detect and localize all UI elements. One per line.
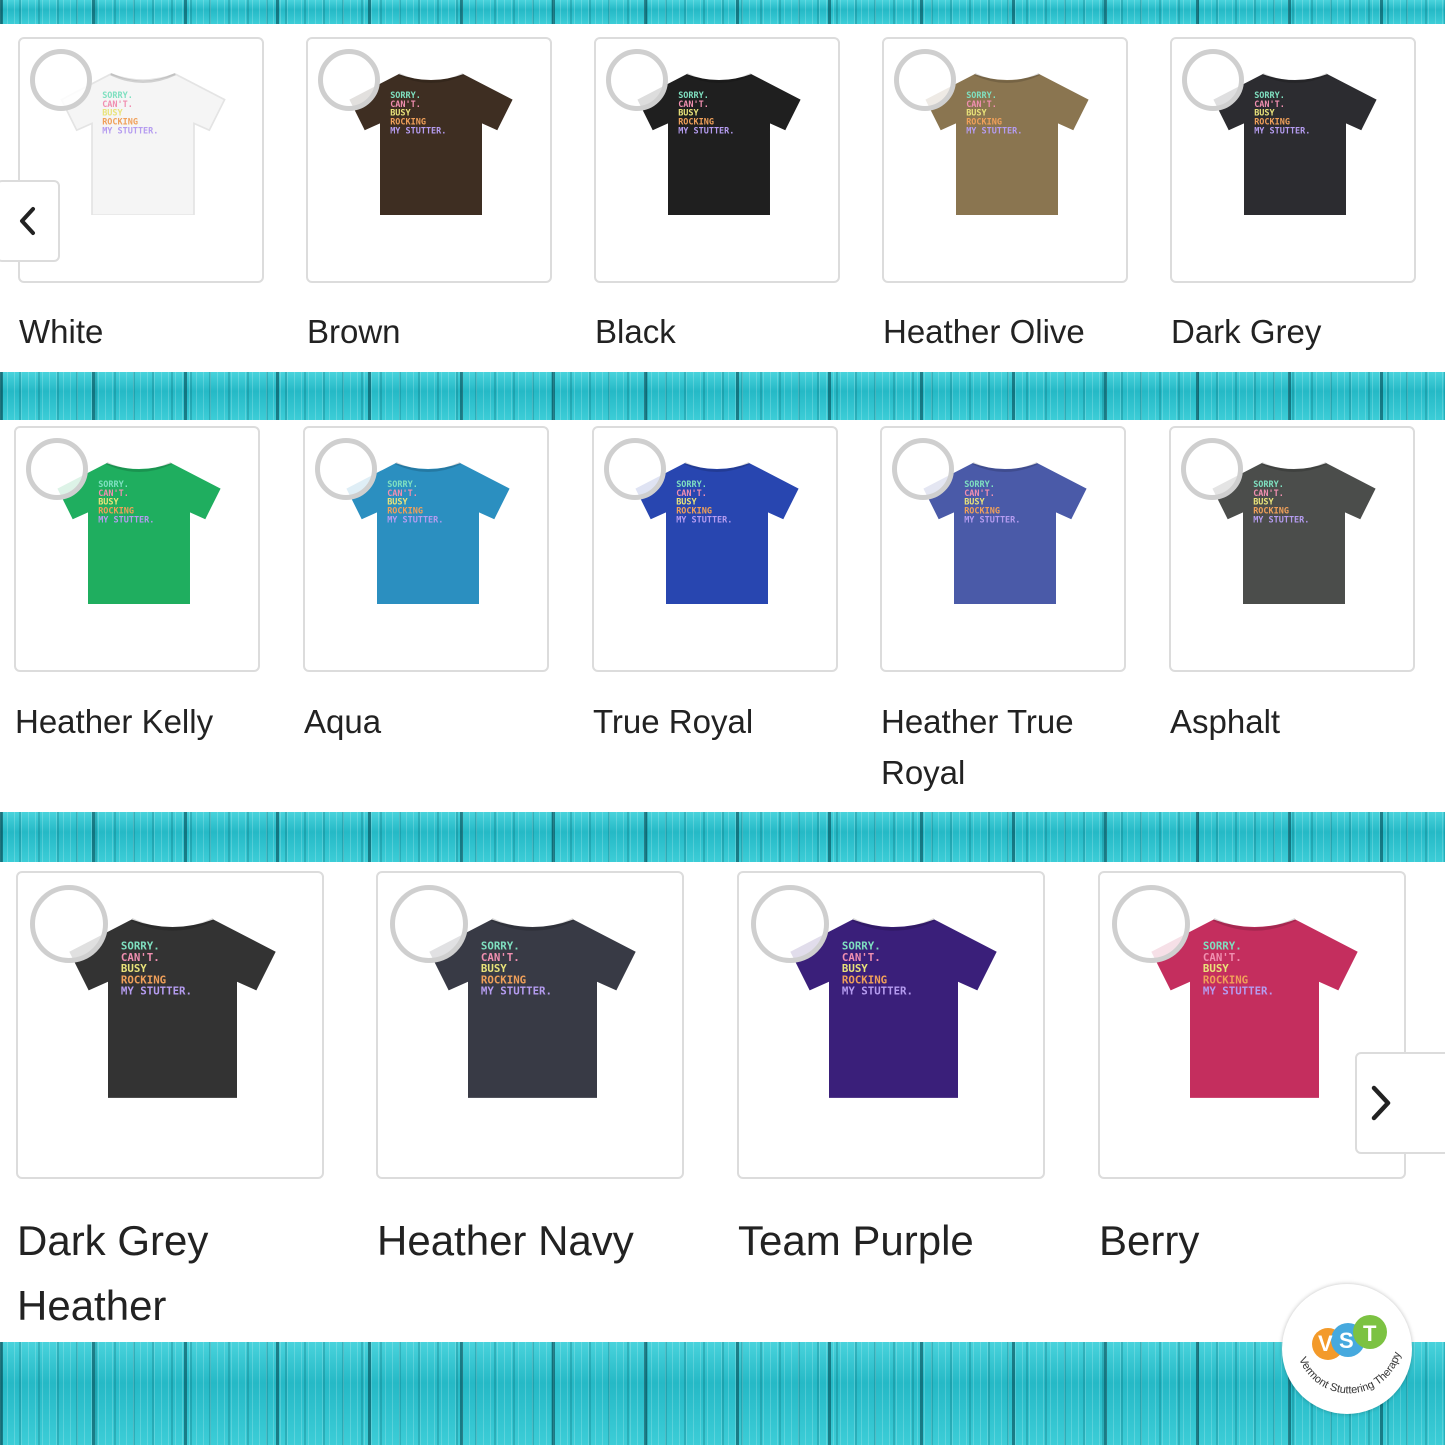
print-line: MY STUTTER. [387,516,443,526]
wood-background-middle-2 [0,812,1445,862]
color-swatch-card[interactable]: SORRY. CAN'T. BUSY ROCKING MY STUTTER. [594,37,840,283]
select-radio[interactable] [26,438,88,500]
print-line: MY STUTTER. [841,985,912,998]
wood-background-middle-1 [0,372,1445,420]
select-radio[interactable] [751,885,829,963]
color-swatch-card[interactable]: SORRY. CAN'T. BUSY ROCKING MY STUTTER. [16,871,324,1179]
color-swatch-card[interactable]: SORRY. CAN'T. BUSY ROCKING MY STUTTER. [1170,37,1416,283]
logo-letter-s: S [1339,1328,1354,1353]
color-name-label: Berry [1099,1217,1200,1264]
color-swatch-card[interactable]: SORRY. CAN'T. BUSY ROCKING MY STUTTER. [880,426,1126,672]
select-radio[interactable] [318,49,380,111]
color-name-label: Dark Grey Heather [17,1217,209,1330]
print-line: MY STUTTER. [390,127,446,137]
color-name-label: Asphalt [1170,703,1281,740]
color-swatch-card[interactable]: SORRY. CAN'T. BUSY ROCKING MY STUTTER. [1169,426,1415,672]
print-line: MY STUTTER. [1254,127,1310,137]
print-line: MY STUTTER. [964,516,1020,526]
select-radio[interactable] [30,49,92,111]
logo-caption: Vermont Stuttering Therapy [1296,1350,1403,1396]
logo-letter-t: T [1363,1321,1377,1346]
print-line: MY STUTTER. [1202,985,1273,998]
print-line: MY STUTTER. [98,516,154,526]
print-line: MY STUTTER. [102,127,158,137]
color-swatch-card[interactable]: SORRY. CAN'T. BUSY ROCKING MY STUTTER. [882,37,1128,283]
color-name-label: Heather Olive [883,313,1085,350]
color-swatch-card[interactable]: SORRY. CAN'T. BUSY ROCKING MY STUTTER. [376,871,684,1179]
wood-background-top [0,0,1445,24]
logo-letter-v: V [1318,1331,1333,1356]
color-name-label: True Royal [593,703,754,740]
print-line: MY STUTTER. [1253,516,1309,526]
color-name-label: Aqua [304,703,382,740]
print-line: MY STUTTER. [678,127,734,137]
color-name-label: Heather True Royal [881,703,1074,792]
select-radio[interactable] [1181,438,1243,500]
select-radio[interactable] [1112,885,1190,963]
select-radio[interactable] [30,885,108,963]
chevron-left-icon [20,207,35,235]
color-name-label: White [19,313,104,350]
chevron-right-icon [1371,1085,1391,1121]
print-line: MY STUTTER. [120,985,191,998]
vst-logo: V S T Vermont Stuttering Therapy [1282,1284,1412,1414]
color-swatch-card[interactable]: SORRY. CAN'T. BUSY ROCKING MY STUTTER. [306,37,552,283]
color-swatch-card[interactable]: SORRY. CAN'T. BUSY ROCKING MY STUTTER. [14,426,260,672]
color-name-label: Team Purple [738,1217,974,1264]
color-swatch-card[interactable]: SORRY. CAN'T. BUSY ROCKING MY STUTTER. [592,426,838,672]
color-swatch-card[interactable]: SORRY. CAN'T. BUSY ROCKING MY STUTTER. [737,871,1045,1179]
color-name-label: Heather Kelly [15,703,214,740]
select-radio[interactable] [894,49,956,111]
print-line: MY STUTTER. [966,127,1022,137]
next-button[interactable] [1355,1052,1445,1154]
color-swatch-card[interactable]: SORRY. CAN'T. BUSY ROCKING MY STUTTER. [303,426,549,672]
print-line: MY STUTTER. [480,985,551,998]
color-name-label: Black [595,313,676,350]
color-name-label: Heather Navy [377,1217,634,1264]
color-name-label: Brown [307,313,401,350]
select-radio[interactable] [390,885,468,963]
select-radio[interactable] [892,438,954,500]
select-radio[interactable] [1182,49,1244,111]
select-radio[interactable] [606,49,668,111]
select-radio[interactable] [604,438,666,500]
prev-button[interactable] [0,180,60,262]
select-radio[interactable] [315,438,377,500]
wood-background-bottom [0,1342,1445,1445]
color-name-label: Dark Grey [1171,313,1322,350]
print-line: MY STUTTER. [676,516,732,526]
